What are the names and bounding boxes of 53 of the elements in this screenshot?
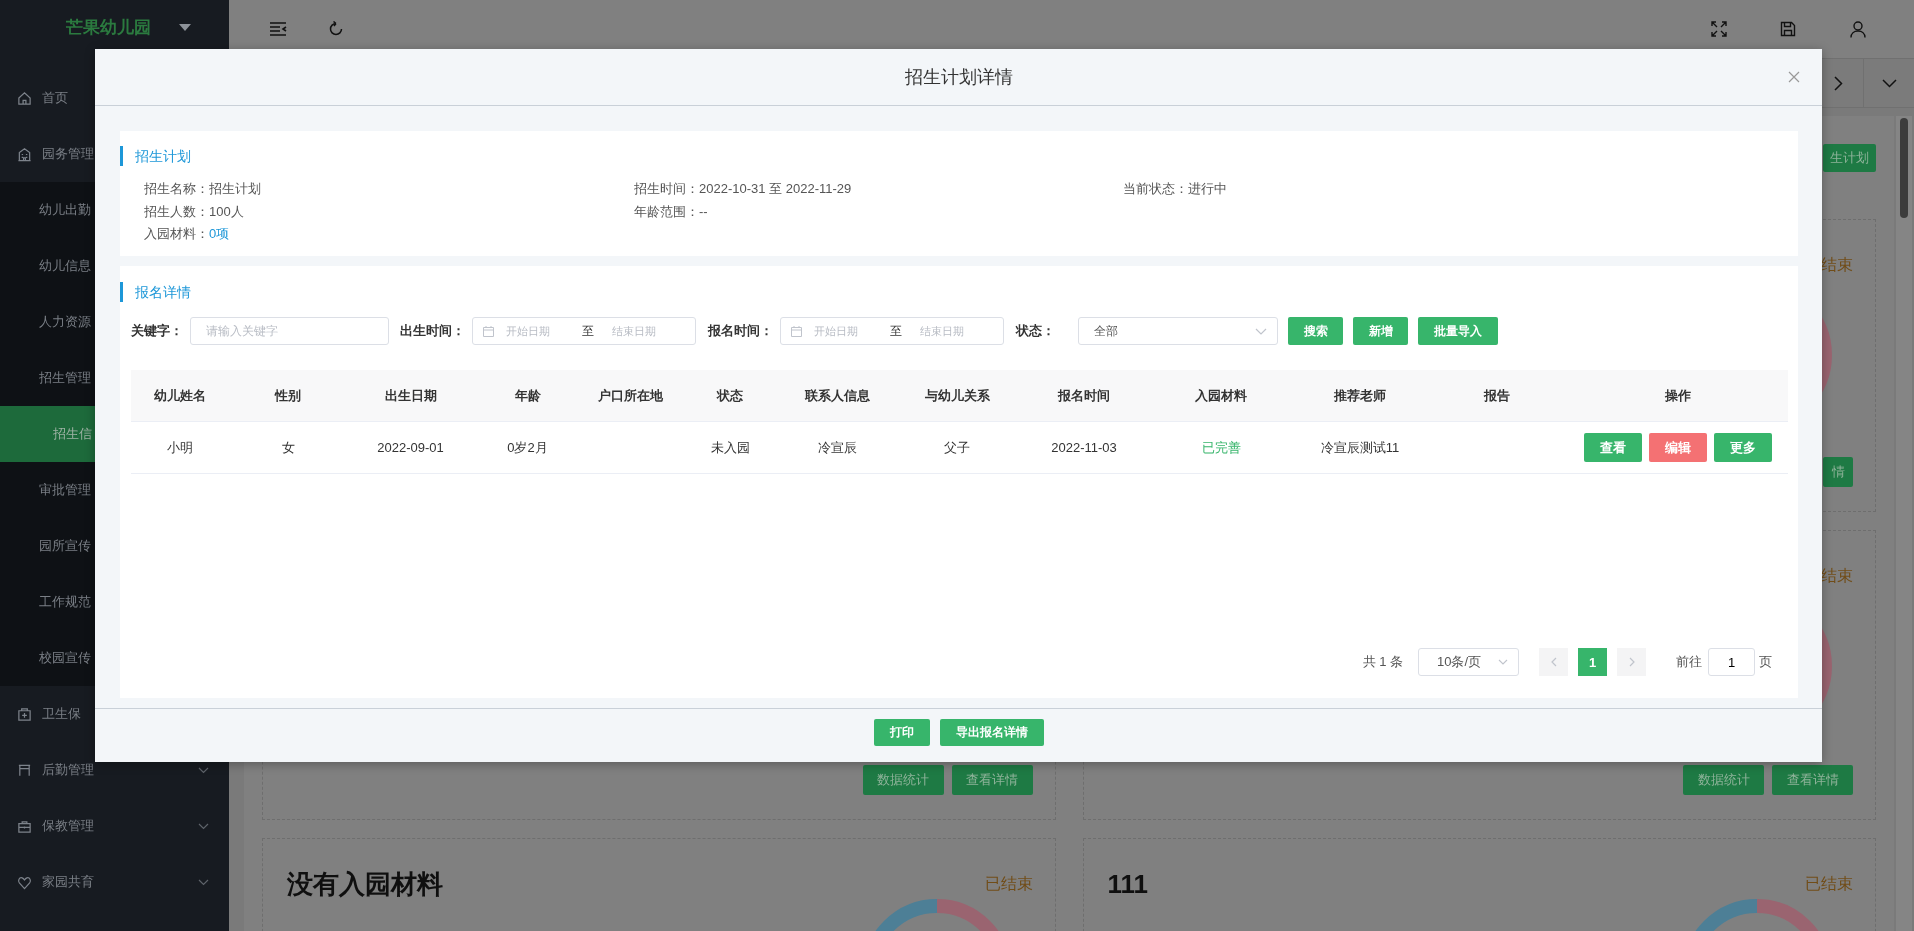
table-cell: 未入园 [710,438,750,457]
table-cell: 已完善 [1201,438,1241,457]
column-header: 与幼儿关系 [923,386,991,405]
column-header: 联系人信息 [804,386,871,405]
table-cell: 小明 [167,438,193,457]
info-value: -- [699,203,708,219]
info-value: 进行中 [1188,181,1227,196]
page-unit: 页 [1759,653,1772,671]
range-separator: 至 [890,322,902,340]
card-title: 没有入园材料 [287,867,443,901]
logo-text: 芒果幼儿园 [66,16,151,39]
column-header: 状态 [715,386,744,405]
table-cell: 0岁2月 [507,438,548,457]
status-text: 已结束 [1805,873,1853,894]
column-header: 报名时间 [1056,386,1111,405]
range-separator: 至 [582,322,594,340]
info-label: 当前状态： [1123,181,1188,196]
column-header: 推荐老师 [1333,386,1387,405]
info-value: 100人 [209,203,244,219]
info-label: 年龄范围： [634,203,699,219]
info-label: 招生时间： [634,181,699,196]
column-header: 户口所在地 [597,386,664,405]
table-cell: 冷宣辰测试11 [1320,438,1400,457]
column-header: 性别 [273,386,302,405]
card-title: 111 [1107,868,1148,900]
section-title: 报名详情 [120,282,1788,302]
info-label: 招生人数： [144,203,209,219]
column-header: 入园材料 [1194,386,1248,405]
info-value: 招生计划 [209,181,261,196]
filter-label: 状态： [1016,322,1055,340]
table-cell: 2022-09-01 [377,440,444,455]
section-title: 招生计划 [120,146,1798,166]
filter-label: 关键字： [131,322,183,340]
status-text: 结束 [1821,565,1853,586]
status-text: 结束 [1821,254,1853,275]
column-header: 操作 [1663,386,1692,405]
column-header: 出生日期 [383,386,438,405]
filter-label: 出生时间： [400,322,465,340]
table-cell: 父子 [944,438,970,457]
info-value: 2022-10-31 至 2022-11-29 [699,181,852,196]
table-cell: 冷宣辰 [818,438,857,457]
column-header: 幼儿姓名 [153,386,207,405]
column-header: 年龄 [513,386,542,405]
dialog-title: 招生计划详情 [904,66,1013,89]
goto-label: 前往 [1676,653,1702,671]
info-label: 招生名称： [144,181,209,196]
total-count: 共 1 条 [1362,653,1403,671]
table-cell: 女 [281,438,295,457]
filter-label: 报名时间： [708,322,773,340]
table-cell: 2022-11-03 [1051,440,1117,455]
info-label: 入园材料： [144,226,209,241]
column-header: 报告 [1482,386,1511,405]
status-text: 已结束 [984,873,1033,894]
